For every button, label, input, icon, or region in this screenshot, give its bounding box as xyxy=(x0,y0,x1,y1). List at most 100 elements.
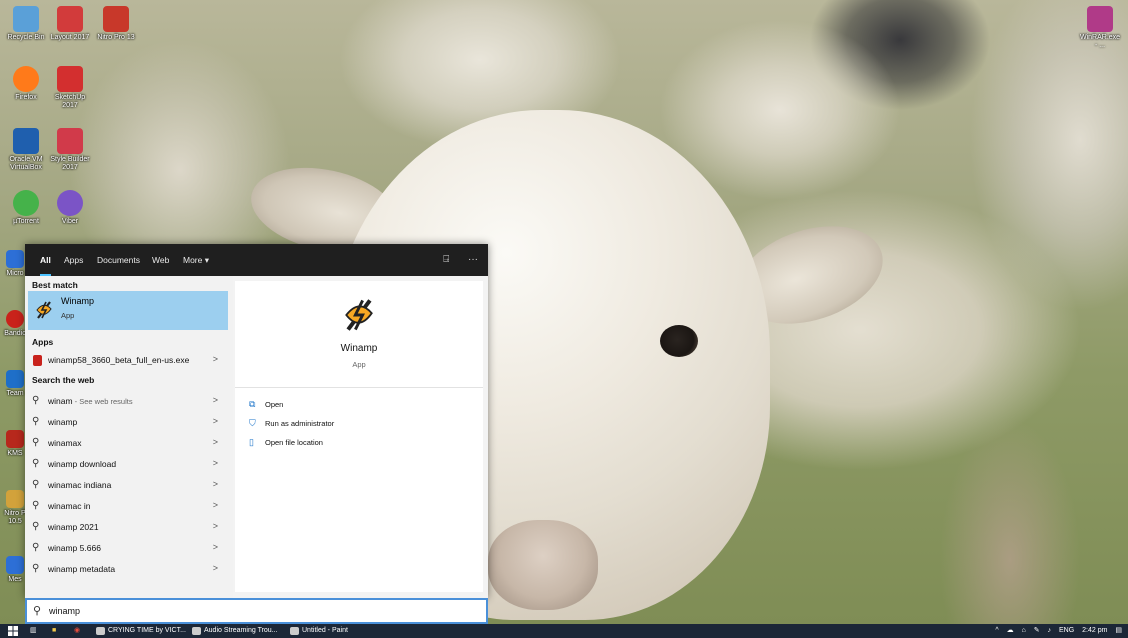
web-result[interactable]: ⚲ winamp 2021 > xyxy=(28,517,228,538)
taskbar-app-firefox[interactable]: CRYING TIME by VICT... xyxy=(96,624,186,638)
desktop-icon-label: Style Builder 2017 xyxy=(50,156,90,171)
desktop-icon-winrar[interactable]: WinRAR.exe - ... xyxy=(1080,6,1120,50)
filter-bar-actions: ⍈ ··· xyxy=(427,244,478,276)
file-explorer-icon[interactable]: ■ xyxy=(52,624,56,638)
web-result-label: winamp 2021 xyxy=(48,522,99,532)
pen-icon[interactable]: ✎ xyxy=(1034,627,1040,634)
chrome-icon[interactable]: ◉ xyxy=(74,624,80,638)
onedrive-icon[interactable]: ☁ xyxy=(1007,627,1014,634)
utorrent-icon xyxy=(13,190,39,216)
desktop-icon-partial[interactable]: KMS xyxy=(4,430,26,458)
tab-documents[interactable]: Documents xyxy=(97,244,140,276)
more-options-icon[interactable]: ··· xyxy=(468,254,478,265)
chevron-right-icon[interactable]: > xyxy=(213,521,218,531)
winamp-icon xyxy=(36,301,52,319)
tab-apps[interactable]: Apps xyxy=(64,244,83,276)
desktop-icon-label: Viber xyxy=(61,218,79,225)
web-result[interactable]: ⚲ winamp > xyxy=(28,412,228,433)
desktop-icon-partial[interactable]: Nitro P 10.5 xyxy=(4,490,26,526)
chevron-right-icon[interactable]: > xyxy=(213,479,218,489)
search-icon: ⚲ xyxy=(32,521,40,532)
chevron-right-icon[interactable]: > xyxy=(213,500,218,510)
desktop-icon-layout[interactable]: Layout 2017 xyxy=(50,6,90,42)
web-result[interactable]: ⚲ winam - See web results > xyxy=(28,391,228,412)
desktop-icon-label: Oracle VM VirtualBox xyxy=(9,156,43,171)
desktop-icon-viber[interactable]: Viber xyxy=(50,190,90,226)
search-icon: ⚲ xyxy=(32,563,40,574)
desktop-icon-partial[interactable]: Micro xyxy=(4,250,26,278)
tab-web[interactable]: Web xyxy=(152,244,169,276)
chevron-right-icon[interactable]: > xyxy=(213,395,218,405)
feedback-icon[interactable]: ⍈ xyxy=(443,254,449,265)
desktop-icon-nitro-pro[interactable]: Nitro Pro 13 xyxy=(96,6,136,42)
firefox-icon xyxy=(13,66,39,92)
notification-icon[interactable]: ▤ xyxy=(1115,627,1122,634)
best-match-subtitle: App xyxy=(61,311,75,320)
messenger-icon xyxy=(6,556,24,574)
search-panel: All Apps Documents Web More ▾ ⍈ ··· Best… xyxy=(25,244,488,598)
web-result-label: winamac in xyxy=(48,501,91,511)
chevron-right-icon[interactable]: > xyxy=(213,416,218,426)
desktop-icon-firefox[interactable]: Firefox xyxy=(6,66,46,102)
windows-logo-icon xyxy=(8,626,18,636)
action-open[interactable]: ⧉ Open xyxy=(249,397,369,413)
taskbar-app-paint[interactable]: Untitled - Paint xyxy=(290,624,348,638)
web-result[interactable]: ⚲ winamax > xyxy=(28,433,228,454)
volume-icon[interactable]: ♪ xyxy=(1048,627,1052,634)
taskbar-app-word[interactable]: Audio Streaming Trou... xyxy=(192,624,278,638)
tab-more[interactable]: More ▾ xyxy=(183,244,209,276)
web-result[interactable]: ⚲ winamp 5.666 > xyxy=(28,538,228,559)
desktop-icon-recycle-bin[interactable]: Recycle Bin xyxy=(6,6,46,42)
app-result-winamp-installer[interactable]: winamp58_3660_beta_full_en-us.exe > xyxy=(28,350,228,371)
clock[interactable]: 2:42 pm xyxy=(1082,627,1107,634)
file-location-icon: ▯ xyxy=(249,437,254,447)
web-result-label: winamp metadata xyxy=(48,564,116,574)
detail-subtitle: App xyxy=(352,360,366,369)
desktop-icon-partial[interactable]: Bandic xyxy=(4,310,26,338)
web-result-label: winamp xyxy=(48,417,78,427)
web-result-label: winamax xyxy=(48,438,82,448)
web-result-label: winamac indiana xyxy=(48,480,112,490)
search-box[interactable]: ⚲ xyxy=(25,598,488,624)
web-result[interactable]: ⚲ winamp download > xyxy=(28,454,228,475)
search-input[interactable] xyxy=(49,603,449,619)
apps-heading: Apps xyxy=(32,337,54,347)
desktop-icon-partial[interactable]: Mes xyxy=(4,556,26,584)
wallpaper-sheep-eye xyxy=(660,325,698,357)
chevron-right-icon[interactable]: > xyxy=(213,542,218,552)
layout-app-icon xyxy=(57,6,83,32)
desktop-icon-style-builder[interactable]: Style Builder 2017 xyxy=(50,128,90,172)
result-detail-pane: Winamp App ⧉ Open ⛉ Run as administrator… xyxy=(235,281,483,592)
chevron-right-icon[interactable]: > xyxy=(213,354,218,364)
web-result[interactable]: ⚲ winamac in > xyxy=(28,496,228,517)
best-match-winamp[interactable]: Winamp App xyxy=(28,291,228,330)
viber-icon xyxy=(57,190,83,216)
desktop-icon-partial[interactable]: Team xyxy=(4,370,26,398)
action-run-as-administrator[interactable]: ⛉ Run as administrator xyxy=(249,416,389,432)
web-result[interactable]: ⚲ winamac indiana > xyxy=(28,475,228,496)
language-indicator[interactable]: ENG xyxy=(1059,627,1074,634)
desktop-icon-label: WinRAR.exe - ... xyxy=(1080,34,1121,49)
task-view-icon[interactable]: ▥ xyxy=(30,624,37,638)
network-icon[interactable]: ⌂ xyxy=(1022,627,1026,634)
tab-all[interactable]: All xyxy=(40,244,51,276)
desktop-icon-label: Nitro P 10.5 xyxy=(4,510,26,525)
search-icon: ⚲ xyxy=(32,458,40,469)
desktop-icon-virtualbox[interactable]: Oracle VM VirtualBox xyxy=(6,128,46,172)
web-result-label: winamp 5.666 xyxy=(48,543,101,553)
desktop-icon-sketchup[interactable]: SketchUp 2017 xyxy=(50,66,90,110)
web-result-label: winamp download xyxy=(48,459,117,469)
chevron-right-icon[interactable]: > xyxy=(213,563,218,573)
chevron-right-icon[interactable]: > xyxy=(213,458,218,468)
search-icon: ⚲ xyxy=(33,605,42,617)
winamp-icon xyxy=(345,299,373,331)
installer-exe-icon xyxy=(33,355,42,366)
start-button[interactable] xyxy=(8,624,18,638)
kms-icon xyxy=(6,430,24,448)
action-open-file-location[interactable]: ▯ Open file location xyxy=(249,435,389,451)
chevron-right-icon[interactable]: > xyxy=(213,437,218,447)
action-label: Run as administrator xyxy=(265,419,335,428)
chevron-up-icon[interactable]: ^ xyxy=(995,627,998,634)
web-result[interactable]: ⚲ winamp metadata > xyxy=(28,559,228,580)
desktop-icon-utorrent[interactable]: µTorrent xyxy=(6,190,46,226)
